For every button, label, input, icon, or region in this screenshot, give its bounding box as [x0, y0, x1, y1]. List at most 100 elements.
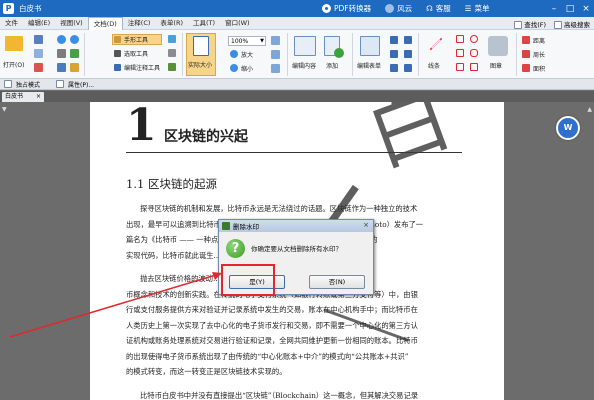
fit-page-icon[interactable]	[271, 50, 280, 59]
question-icon: ?	[226, 239, 245, 258]
dialog-close-button[interactable]: ×	[361, 221, 371, 230]
find-button[interactable]: 查找(F)	[514, 19, 546, 29]
select-tool-button[interactable]: 选取工具	[124, 49, 148, 58]
radio-icon[interactable]	[390, 64, 398, 72]
menu-form[interactable]: 表单(R)	[155, 17, 188, 30]
menu-file[interactable]: 文件	[0, 17, 23, 30]
chapter-number: 1	[126, 102, 157, 151]
save-icon[interactable]	[34, 35, 43, 44]
maximize-button[interactable]: □	[562, 0, 578, 17]
menu-tools[interactable]: 工具(T)	[188, 17, 220, 30]
ellipse-icon[interactable]	[470, 35, 478, 43]
rectangle-icon[interactable]	[456, 35, 464, 43]
line-tool-icon	[429, 37, 443, 51]
headset-icon: ☊	[426, 4, 433, 13]
edit-content-icon	[294, 36, 316, 56]
menu-edit[interactable]: 编辑(E)	[23, 17, 55, 30]
paragraph-3: 比特币白皮书中并没有直接提出“区块链”（Blockchain）这一概念，但其解决…	[140, 391, 419, 400]
doc-toolbar: 独占模式 属性(P)...	[0, 79, 594, 90]
hand-icon	[114, 36, 121, 43]
user-button[interactable]: 风云	[385, 3, 412, 14]
app-logo-icon: P	[3, 3, 14, 14]
advanced-search-button[interactable]: 高级搜索	[554, 19, 590, 29]
pdf-convert-button[interactable]: PDF转换器	[322, 3, 371, 14]
edit-form-button[interactable]: 编辑表单	[357, 61, 381, 70]
floating-word-button[interactable]: W	[556, 116, 580, 140]
app-title: 白皮书	[19, 4, 42, 13]
close-window-button[interactable]: ×	[578, 0, 594, 17]
listbox-icon[interactable]	[404, 50, 412, 58]
textfield-icon[interactable]	[390, 36, 398, 44]
menu-view[interactable]: 视图(V)	[55, 17, 88, 30]
zoom-in-button[interactable]: 放大	[241, 50, 253, 59]
undo-icon[interactable]	[57, 35, 66, 44]
dialog-titlebar: 删除水印 ×	[219, 220, 373, 232]
open-label[interactable]: 打开(O)	[3, 60, 24, 69]
menu-comment[interactable]: 注释(C)	[123, 17, 156, 30]
para2-line: 人类历史上第一次实现了去中心化的电子货币发行和交易，即不需要一个中心化的第三方认	[126, 320, 418, 330]
area-icon	[522, 64, 530, 72]
exclusive-mode-icon	[4, 80, 12, 88]
rotate-icon[interactable]	[271, 64, 280, 73]
right-panel-toggle-icon[interactable]: ▲	[587, 106, 592, 113]
edit-annot-tool-button[interactable]: 编辑注释工具	[124, 63, 160, 72]
no-button[interactable]: 否(N)	[309, 275, 365, 289]
chevron-down-icon: ▼	[260, 38, 264, 44]
download-icon[interactable]	[70, 63, 79, 72]
loupe-icon[interactable]	[168, 63, 176, 71]
area-button[interactable]: 面积	[533, 64, 545, 73]
email-icon[interactable]	[34, 63, 43, 72]
folder-icon[interactable]	[5, 36, 23, 51]
redo-icon[interactable]	[70, 35, 79, 44]
crop-icon[interactable]	[168, 49, 176, 57]
help-button[interactable]: ☊ 客服	[426, 3, 451, 14]
combobox-icon[interactable]	[404, 36, 412, 44]
zoom-out-button[interactable]: 缩小	[241, 64, 253, 73]
ribbon-toolbar: 打开(O) 手形工具 选取工具 编辑注释工具 实际大小 100% ▼ 放大 缩小…	[0, 30, 594, 79]
print-icon[interactable]	[34, 49, 43, 58]
zoom-out-icon	[230, 64, 238, 72]
export-icon[interactable]	[70, 49, 79, 58]
dialog-title: 删除水印	[233, 223, 259, 231]
select-tool-icon	[114, 50, 121, 57]
app-small-icon	[222, 222, 230, 230]
menu-bar: 文件 编辑(E) 视图(V) 文档(D) 注释(C) 表单(R) 工具(T) 窗…	[0, 16, 594, 30]
minimize-button[interactable]: –	[546, 0, 562, 17]
add-button[interactable]: 添加	[326, 61, 338, 70]
exclusive-mode-button[interactable]: 独占模式	[4, 80, 40, 89]
advanced-search-icon	[554, 20, 562, 29]
para2-line: 的模式转变，而这一转变正是区块链技术实现的。	[126, 367, 287, 376]
close-tab-icon[interactable]: ×	[36, 92, 41, 102]
polygon-icon[interactable]	[456, 49, 464, 57]
left-panel-toggle-icon[interactable]: ▼	[2, 106, 7, 113]
stamp-button[interactable]: 图章	[490, 61, 502, 70]
distance-icon	[522, 36, 530, 44]
zoom-select[interactable]: 100% ▼	[228, 36, 266, 46]
edit-content-button[interactable]: 编辑内容	[292, 61, 316, 70]
distance-button[interactable]: 距离	[533, 36, 545, 45]
snapshot-icon[interactable]	[168, 35, 176, 43]
hand-tool-label: 手形工具	[124, 37, 149, 44]
tab-document[interactable]: 白皮书 ×	[2, 92, 44, 102]
menu-document[interactable]: 文档(D)	[87, 16, 123, 30]
perimeter-button[interactable]: 周长	[533, 50, 545, 59]
button-field-icon[interactable]	[404, 64, 412, 72]
cloud-icon[interactable]	[470, 49, 478, 57]
upload-icon[interactable]	[57, 63, 66, 72]
edit-annot-icon	[114, 64, 121, 71]
fit-width-icon[interactable]	[271, 36, 280, 45]
properties-button[interactable]: 属性(P)...	[56, 80, 94, 89]
checkbox-icon[interactable]	[390, 50, 398, 58]
para2-line: 行或支付服务提供方来对验证并记录系统中发生的交易，账本在中心机构手中；而比特币在	[126, 305, 418, 314]
line-tool-button[interactable]: 线条	[428, 61, 440, 70]
menu-button[interactable]: ☰ 菜单	[465, 3, 490, 14]
zoom-in-icon	[230, 50, 238, 58]
chapter-title: 区块链的兴起	[164, 129, 248, 145]
pencil-icon[interactable]	[470, 63, 478, 71]
polyline-icon[interactable]	[456, 63, 464, 71]
perimeter-icon	[522, 50, 530, 58]
scan-icon[interactable]	[57, 49, 66, 58]
title-bar: P 白皮书 PDF转换器 风云 ☊ 客服 ☰ 菜单 – □ ×	[0, 0, 594, 17]
section-title: 1.1 区块链的起源	[126, 177, 217, 191]
menu-window[interactable]: 窗口(W)	[220, 17, 255, 30]
